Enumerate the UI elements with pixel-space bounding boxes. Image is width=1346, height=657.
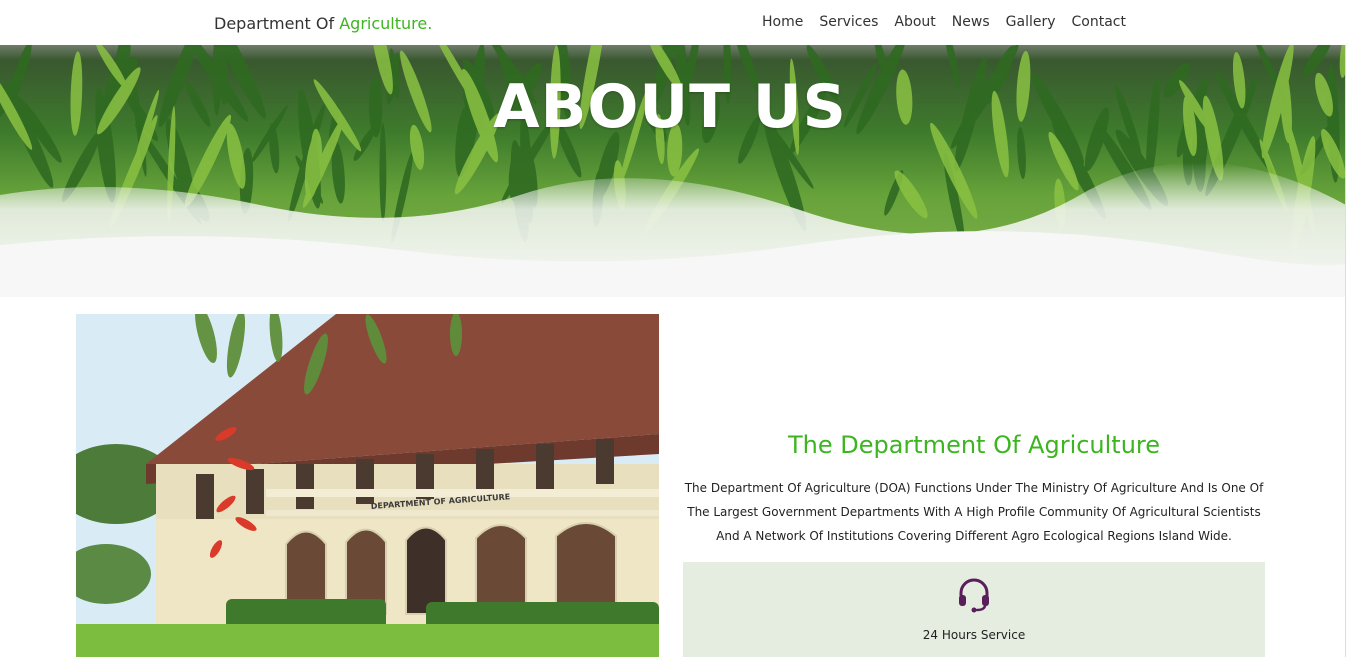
navbar: Department Of Agriculture. Home Services… <box>0 0 1346 45</box>
nav-item-about[interactable]: About <box>894 14 935 30</box>
service-label: 24 Hours Service <box>922 628 1026 642</box>
brand-logo[interactable]: Department Of Agriculture. <box>214 14 432 33</box>
building-photo: DEPARTMENT OF AGRICULTURE <box>76 314 659 657</box>
about-line: And A Network Of Institutions Covering D… <box>716 529 1232 543</box>
page-title: ABOUT US <box>493 72 847 142</box>
headset-icon <box>959 578 989 613</box>
service-card-24-hours: 24 Hours Service <box>683 562 1265 657</box>
main-nav: Home Services About News Gallery Contact <box>762 14 1126 30</box>
about-line: The Largest Government Departments With … <box>687 505 1261 519</box>
nav-item-contact[interactable]: Contact <box>1072 14 1126 30</box>
nav-item-news[interactable]: News <box>952 14 990 30</box>
hero-banner: ABOUT US <box>0 45 1346 297</box>
about-line: The Department Of Agriculture (DOA) Func… <box>684 481 1264 495</box>
about-heading: The Department Of Agriculture <box>787 431 1161 459</box>
nav-item-services[interactable]: Services <box>819 14 878 30</box>
brand-prefix: Department Of <box>214 14 340 33</box>
nav-item-gallery[interactable]: Gallery <box>1006 14 1056 30</box>
nav-item-home[interactable]: Home <box>762 14 803 30</box>
about-description: The Department Of Agriculture (DOA) Func… <box>683 476 1265 548</box>
brand-accent: Agriculture. <box>339 14 433 33</box>
